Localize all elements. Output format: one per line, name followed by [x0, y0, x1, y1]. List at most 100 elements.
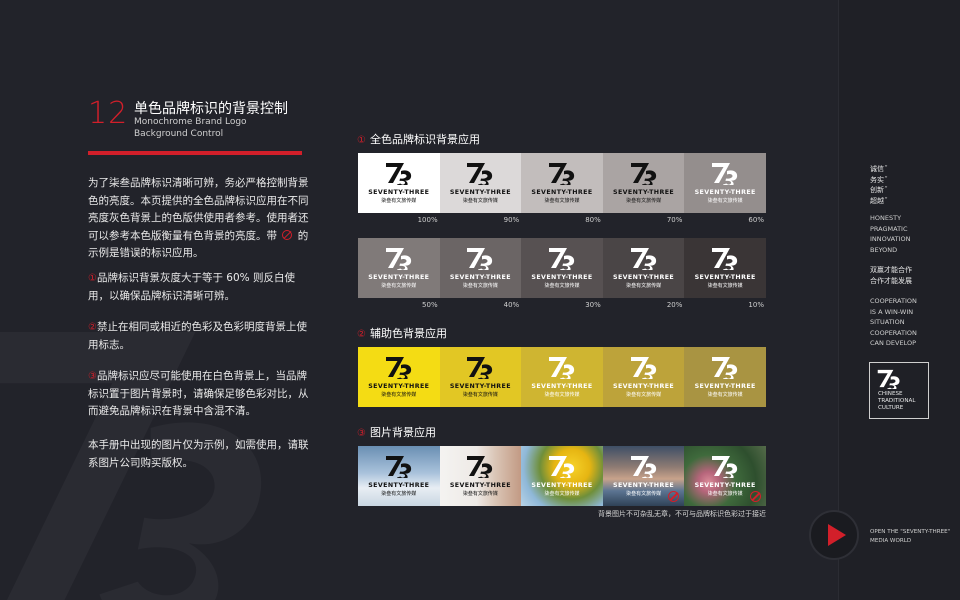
values-cn: 诚信˝ 务实˝ 创新˝ 超越˝ — [870, 164, 888, 206]
photo-swatch-row: SEVENTY-THREE 柒叁有文旅传媒 SEVENTY-THREE 柒叁有文旅传媒… — [358, 446, 766, 506]
logo-swatch: SEVENTY-THREE 柒叁有文旅传媒 — [684, 238, 766, 298]
logo-swatch: SEVENTY-THREE 柒叁有文旅传媒 — [439, 347, 522, 407]
brand-subname: 柒叁有文旅传媒 — [462, 491, 498, 497]
brand-name: SEVENTY-THREE — [694, 383, 756, 390]
motto-cn: 双赢才能合作 合作才能发展 — [870, 265, 912, 286]
value-cn-3: 创新˝ — [870, 186, 888, 194]
value-en-2: PRAGMATIC — [870, 224, 908, 233]
gray-percent-label: 40% — [503, 301, 520, 309]
seventy-three-logo-icon — [630, 357, 656, 379]
seventy-three-logo-icon — [548, 357, 575, 379]
section-3-number: ③ — [357, 428, 366, 439]
footer-line-2: MEDIA WORLD — [870, 538, 912, 544]
value-en-4: BEYOND — [870, 245, 898, 254]
brand-subname: 柒叁有文旅传媒 — [381, 392, 417, 398]
rule-1-text: 品牌标识背景灰度大于等于 60% 则反白使用，以确保品牌标识清晰可辨。 — [88, 272, 295, 302]
intro-text-1: 为了柒叁品牌标识清晰可辨，务必严格控制背景色的亮度。本页提供的全色品牌标识应用在… — [88, 177, 309, 242]
motto-en-3: SITUATION — [870, 318, 905, 326]
seventy-three-logo-icon — [548, 456, 575, 478]
logo-swatch: SEVENTY-THREE 柒叁有文旅传媒 — [602, 238, 685, 298]
values-en: HONESTY PRAGMATIC INNOVATION BEYOND — [870, 213, 910, 255]
brand-subname: 柒叁有文旅传媒 — [544, 392, 580, 398]
brand-name: SEVENTY-THREE — [368, 189, 430, 196]
brand-subname: 柒叁有文旅传媒 — [462, 198, 498, 204]
seventy-three-logo-icon — [712, 248, 738, 270]
brand-logo: SEVENTY-THREE 柒叁有文旅传媒 — [603, 246, 685, 289]
seventy-three-logo-icon — [467, 456, 493, 478]
section-1-title: 全色品牌标识背景应用 — [369, 133, 480, 146]
section-2-number: ② — [357, 329, 366, 340]
motto-en-1: COOPERATION — [870, 297, 917, 305]
gray-percent-label: 60% — [748, 216, 764, 224]
section-heading-photo: ③ 图片背景应用 — [357, 424, 436, 440]
brand-subname: 柒叁有文旅传媒 — [626, 283, 662, 289]
seventy-three-logo-icon — [467, 163, 493, 185]
logo-swatch: SEVENTY-THREE 柒叁有文旅传媒 — [684, 446, 766, 506]
play-icon[interactable] — [828, 524, 846, 546]
seventy-three-logo-icon — [712, 456, 738, 478]
brand-logo: SEVENTY-THREE 柒叁有文旅传媒 — [358, 454, 440, 497]
brand-logo: SEVENTY-THREE 柒叁有文旅传媒 — [440, 246, 522, 289]
seventy-three-logo-icon — [630, 248, 656, 270]
motto-en-2: IS A WIN-WIN — [870, 307, 914, 316]
brand-logo: SEVENTY-THREE 柒叁有文旅传媒 — [440, 355, 522, 398]
logo-text-3: CULTURE — [878, 405, 904, 411]
brand-logo: SEVENTY-THREE 柒叁有文旅传媒 — [440, 454, 522, 497]
section-heading-auxiliary: ② 辅助色背景应用 — [357, 325, 447, 341]
brand-subname: 柒叁有文旅传媒 — [707, 491, 743, 497]
brand-name: SEVENTY-THREE — [531, 383, 593, 390]
brand-subname: 柒叁有文旅传媒 — [707, 198, 743, 204]
subtitle-line-2: Background Control — [134, 129, 224, 139]
brand-logo: SEVENTY-THREE 柒叁有文旅传媒 — [440, 161, 522, 204]
logo-swatch: SEVENTY-THREE 柒叁有文旅传媒 — [521, 238, 603, 298]
rule-1-number: ① — [88, 273, 97, 284]
brand-subname: 柒叁有文旅传媒 — [381, 198, 417, 204]
logo-swatch: SEVENTY-THREE 柒叁有文旅传媒 — [684, 347, 766, 407]
value-cn-4: 超越˝ — [870, 196, 888, 205]
page-subtitle: Monochrome Brand Logo Background Control — [134, 116, 304, 140]
logo-swatch: SEVENTY-THREE 柒叁有文旅传媒 — [521, 153, 603, 213]
brand-logo: SEVENTY-THREE 柒叁有文旅传媒 — [358, 355, 440, 398]
brand-logo: SEVENTY-THREE 柒叁有文旅传媒 — [684, 246, 766, 289]
brand-logo: SEVENTY-THREE 柒叁有文旅传媒 — [521, 246, 603, 289]
logo-swatch: SEVENTY-THREE 柒叁有文旅传媒 — [358, 347, 440, 407]
value-en-1: HONESTY — [870, 214, 902, 222]
logo-swatch: SEVENTY-THREE 柒叁有文旅传媒 — [358, 153, 440, 213]
brand-subname: 柒叁有文旅传媒 — [626, 198, 662, 204]
gray-percent-label: 10% — [748, 301, 764, 309]
logo-text-2: TRADITIONAL — [878, 398, 916, 404]
motto-cn-2: 合作才能发展 — [870, 276, 912, 285]
seventy-three-logo-icon — [548, 248, 575, 270]
gray-percent-label: 80% — [585, 216, 601, 224]
brand-name: SEVENTY-THREE — [449, 482, 511, 489]
brand-name: SEVENTY-THREE — [368, 482, 430, 489]
brand-subname: 柒叁有文旅传媒 — [707, 392, 743, 398]
seventy-three-logo-icon — [385, 357, 411, 379]
gray-percent-row-1: 100% 90% 80% 70% 60% — [358, 216, 766, 226]
page-title: 单色品牌标识的背景控制 — [134, 101, 288, 117]
copyright-note: 本手册中出现的图片仅为示例，如需使用，请联系图片公司购买版权。 — [88, 439, 309, 469]
brand-name: SEVENTY-THREE — [694, 274, 756, 281]
brand-logo: SEVENTY-THREE 柒叁有文旅传媒 — [358, 246, 440, 289]
logo-swatch: SEVENTY-THREE 柒叁有文旅传媒 — [521, 446, 603, 506]
photo-caption: 背景图片不可杂乱无章，不可与品牌标识色彩过于接近 — [598, 510, 766, 518]
seventy-three-logo-icon — [467, 248, 493, 270]
gray-percent-label: 90% — [503, 216, 520, 224]
seventy-three-logo-icon — [712, 357, 738, 379]
logo-text-1: CHINESE — [878, 391, 903, 397]
brand-name: SEVENTY-THREE — [694, 189, 756, 196]
brand-subname: 柒叁有文旅传媒 — [462, 283, 498, 289]
brand-name: SEVENTY-THREE — [449, 189, 511, 196]
seventy-three-logo-icon — [712, 163, 738, 185]
brand-logo: SEVENTY-THREE 柒叁有文旅传媒 — [521, 161, 603, 204]
logo-swatch: SEVENTY-THREE 柒叁有文旅传媒 — [439, 238, 522, 298]
seventy-three-logo-icon — [630, 456, 656, 478]
brand-subname: 柒叁有文旅传媒 — [707, 283, 743, 289]
title-underline — [88, 151, 302, 155]
value-cn-1: 诚信˝ — [870, 165, 888, 173]
brand-name: SEVENTY-THREE — [694, 482, 756, 489]
brand-name: SEVENTY-THREE — [368, 274, 430, 281]
brand-subname: 柒叁有文旅传媒 — [381, 491, 417, 497]
brand-subname: 柒叁有文旅传媒 — [544, 491, 580, 497]
forbidden-icon — [749, 491, 761, 502]
